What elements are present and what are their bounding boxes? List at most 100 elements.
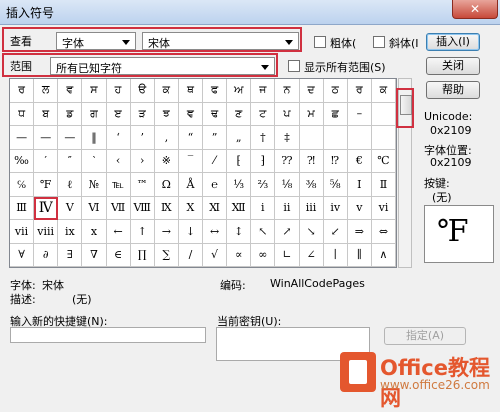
symbol-cell[interactable]: ″	[58, 149, 83, 173]
symbol-cell[interactable]: ⅛	[275, 173, 300, 197]
symbol-cell[interactable]: ਛ	[323, 102, 348, 126]
symbol-cell[interactable]: ਞ	[178, 102, 203, 126]
symbol-cell[interactable]: ⅳ	[323, 196, 348, 220]
symbol-cell[interactable]: Ⅸ	[154, 196, 179, 220]
symbol-cell[interactable]	[371, 102, 396, 126]
symbol-cell[interactable]: ∕	[178, 243, 203, 267]
symbol-cell[interactable]: Ⅺ	[203, 196, 228, 220]
symbol-cell[interactable]: ⁆	[251, 149, 276, 173]
symbol-cell[interactable]: ‵	[82, 149, 107, 173]
font-name-select[interactable]: 宋体	[142, 32, 299, 50]
symbol-cell[interactable]: —	[58, 126, 83, 150]
show-all-ranges-checkbox[interactable]	[288, 60, 300, 72]
symbol-grid[interactable]: ਰ ਲ ਵ ਸ ਹ ੳ ਕ ਥ ਫ ਅ ਜ ਨ ਦ ਠ ਰ ਕ ਧ ਬ ਡ ਗ ੲ ੜ ਝ ਞ ਢ ਣ ਟ ਪ ਮ ਛ – — — — ‖ ‘’ ‚ “”…	[9, 78, 397, 268]
symbol-cell[interactable]: ∂	[34, 243, 59, 267]
symbol-cell[interactable]: ›	[130, 149, 155, 173]
symbol-cell[interactable]: ∥	[347, 243, 372, 267]
symbol-cell[interactable]: ਠ	[323, 79, 348, 103]
symbol-cell[interactable]: ਹ	[106, 79, 131, 103]
symbol-cell[interactable]: Ⅷ	[130, 196, 155, 220]
symbol-cell[interactable]: ’	[130, 126, 155, 150]
symbol-cell[interactable]: ⅱ	[275, 196, 300, 220]
symbol-cell[interactable]: ∈	[106, 243, 131, 267]
symbol-cell[interactable]: ℃	[371, 149, 396, 173]
symbol-cell[interactable]: ℡	[106, 173, 131, 197]
symbol-cell[interactable]: €	[347, 149, 372, 173]
symbol-cell[interactable]: ↕	[227, 220, 252, 244]
symbol-cell[interactable]: ਕ	[154, 79, 179, 103]
symbol-cell[interactable]: ‹	[106, 149, 131, 173]
symbol-cell[interactable]: ∃	[58, 243, 83, 267]
help-button[interactable]: 帮助	[426, 81, 480, 99]
italic-checkbox[interactable]	[373, 36, 385, 48]
symbol-cell[interactable]: ਲ	[34, 79, 59, 103]
symbol-cell[interactable]: ‖	[82, 126, 107, 150]
symbol-cell[interactable]: —	[34, 126, 59, 150]
symbol-cell[interactable]: ੳ	[130, 79, 155, 103]
symbol-cell[interactable]: ∀	[10, 243, 35, 267]
symbol-cell[interactable]: ←	[106, 220, 131, 244]
symbol-cell[interactable]: ਧ	[10, 102, 35, 126]
symbol-cell[interactable]: ⅸ	[58, 220, 83, 244]
close-button[interactable]: 关闭	[426, 57, 480, 75]
symbol-cell[interactable]: ਟ	[251, 102, 276, 126]
symbol-cell[interactable]	[299, 126, 324, 150]
symbol-cell[interactable]: —	[10, 126, 35, 150]
symbol-cell[interactable]: ਰ	[347, 79, 372, 103]
symbol-cell[interactable]: ⁅	[227, 149, 252, 173]
symbol-cell[interactable]: ℉	[34, 173, 59, 197]
symbol-cell[interactable]: ਕ	[371, 79, 396, 103]
symbol-cell[interactable]: ਥ	[178, 79, 203, 103]
insert-button[interactable]: 插入(I)	[426, 33, 480, 51]
symbol-cell[interactable]: ⅜	[299, 173, 324, 197]
symbol-cell[interactable]: „	[227, 126, 252, 150]
symbol-cell[interactable]: ਵ	[58, 79, 83, 103]
symbol-cell[interactable]: ∟	[275, 243, 300, 267]
symbol-cell[interactable]: ↘	[299, 220, 324, 244]
symbol-cell[interactable]: ⇔	[371, 220, 396, 244]
symbol-cell[interactable]: Ⅲ	[10, 196, 35, 220]
selected-symbol-cell[interactable]: Ⅳ	[34, 196, 59, 220]
symbol-cell[interactable]: ‚	[154, 126, 179, 150]
symbol-cell[interactable]: ↔	[203, 220, 228, 244]
assign-button[interactable]: 指定(A)	[384, 327, 466, 345]
symbol-cell[interactable]: †	[251, 126, 276, 150]
symbol-cell[interactable]: ਨ	[275, 79, 300, 103]
symbol-cell[interactable]: ∇	[82, 243, 107, 267]
symbol-cell[interactable]: ∝	[227, 243, 252, 267]
symbol-cell[interactable]: Ⅶ	[106, 196, 131, 220]
symbol-cell[interactable]: Ω	[154, 173, 179, 197]
symbol-cell[interactable]: ⅹ	[82, 220, 107, 244]
symbol-cell[interactable]: ∧	[371, 243, 396, 267]
symbol-cell[interactable]: ‾	[178, 149, 203, 173]
symbol-cell[interactable]: ⅴ	[347, 196, 372, 220]
symbol-cell[interactable]: ⅝	[323, 173, 348, 197]
font-type-select[interactable]: 字体	[56, 32, 136, 50]
symbol-cell[interactable]: ਝ	[154, 102, 179, 126]
symbol-cell[interactable]: ੜ	[130, 102, 155, 126]
symbol-cell[interactable]: ⁄	[203, 149, 228, 173]
symbol-cell[interactable]: ⅷ	[34, 220, 59, 244]
shortcut-input[interactable]	[10, 327, 206, 343]
symbol-cell[interactable]: ੲ	[106, 102, 131, 126]
symbol-cell[interactable]: ⅵ	[371, 196, 396, 220]
symbol-cell[interactable]: ਰ	[10, 79, 35, 103]
symbol-cell[interactable]: ↑	[130, 220, 155, 244]
symbol-cell[interactable]: ℓ	[58, 173, 83, 197]
symbol-cell[interactable]: ∠	[299, 243, 324, 267]
symbol-cell[interactable]: ↖	[251, 220, 276, 244]
symbol-cell[interactable]: ⅓	[227, 173, 252, 197]
symbol-cell[interactable]: ⅲ	[299, 196, 324, 220]
symbol-cell[interactable]: ਪ	[275, 102, 300, 126]
symbol-cell[interactable]: ਗ	[82, 102, 107, 126]
symbol-cell[interactable]: ਡ	[58, 102, 83, 126]
symbol-cell[interactable]: ⁇	[275, 149, 300, 173]
symbol-cell[interactable]: –	[347, 102, 372, 126]
symbol-cell[interactable]: ↙	[323, 220, 348, 244]
window-close-button[interactable]: ✕	[452, 0, 498, 19]
symbol-cell[interactable]: ਫ	[203, 79, 228, 103]
symbol-cell[interactable]: Ⅴ	[58, 196, 83, 220]
symbol-cell[interactable]: ਅ	[227, 79, 252, 103]
symbol-cell[interactable]: ↓	[178, 220, 203, 244]
symbol-cell[interactable]	[323, 126, 348, 150]
